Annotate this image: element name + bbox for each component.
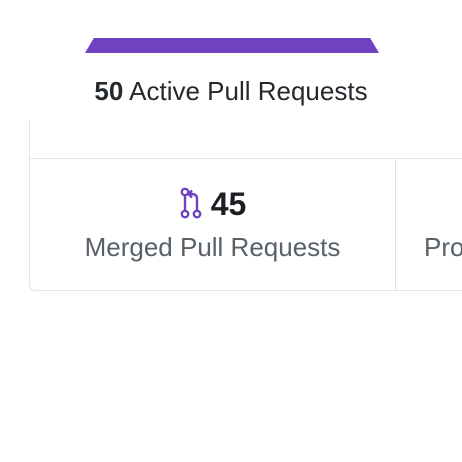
- next-stat-label: Pro: [424, 232, 462, 262]
- merged-count: 45: [210, 186, 247, 222]
- merged-progress-bar: [85, 38, 379, 53]
- active-pull-requests-heading: 50 Active Pull Requests: [0, 76, 462, 107]
- active-label: Active Pull Requests: [129, 76, 368, 106]
- next-stat[interactable]: Pro: [396, 158, 462, 291]
- merged-label: Merged Pull Requests: [84, 232, 341, 262]
- active-count: 50: [94, 76, 124, 106]
- card-top-divider: [30, 120, 462, 159]
- git-merge-icon: [179, 187, 203, 219]
- pull-request-stats-card: 45 Merged Pull Requests Pro: [29, 120, 462, 291]
- pulse-overview: 50 Active Pull Requests 45 Merged Pull R…: [0, 0, 462, 462]
- merged-count-row: 45: [30, 186, 395, 223]
- merged-pull-requests-stat[interactable]: 45 Merged Pull Requests: [30, 158, 396, 291]
